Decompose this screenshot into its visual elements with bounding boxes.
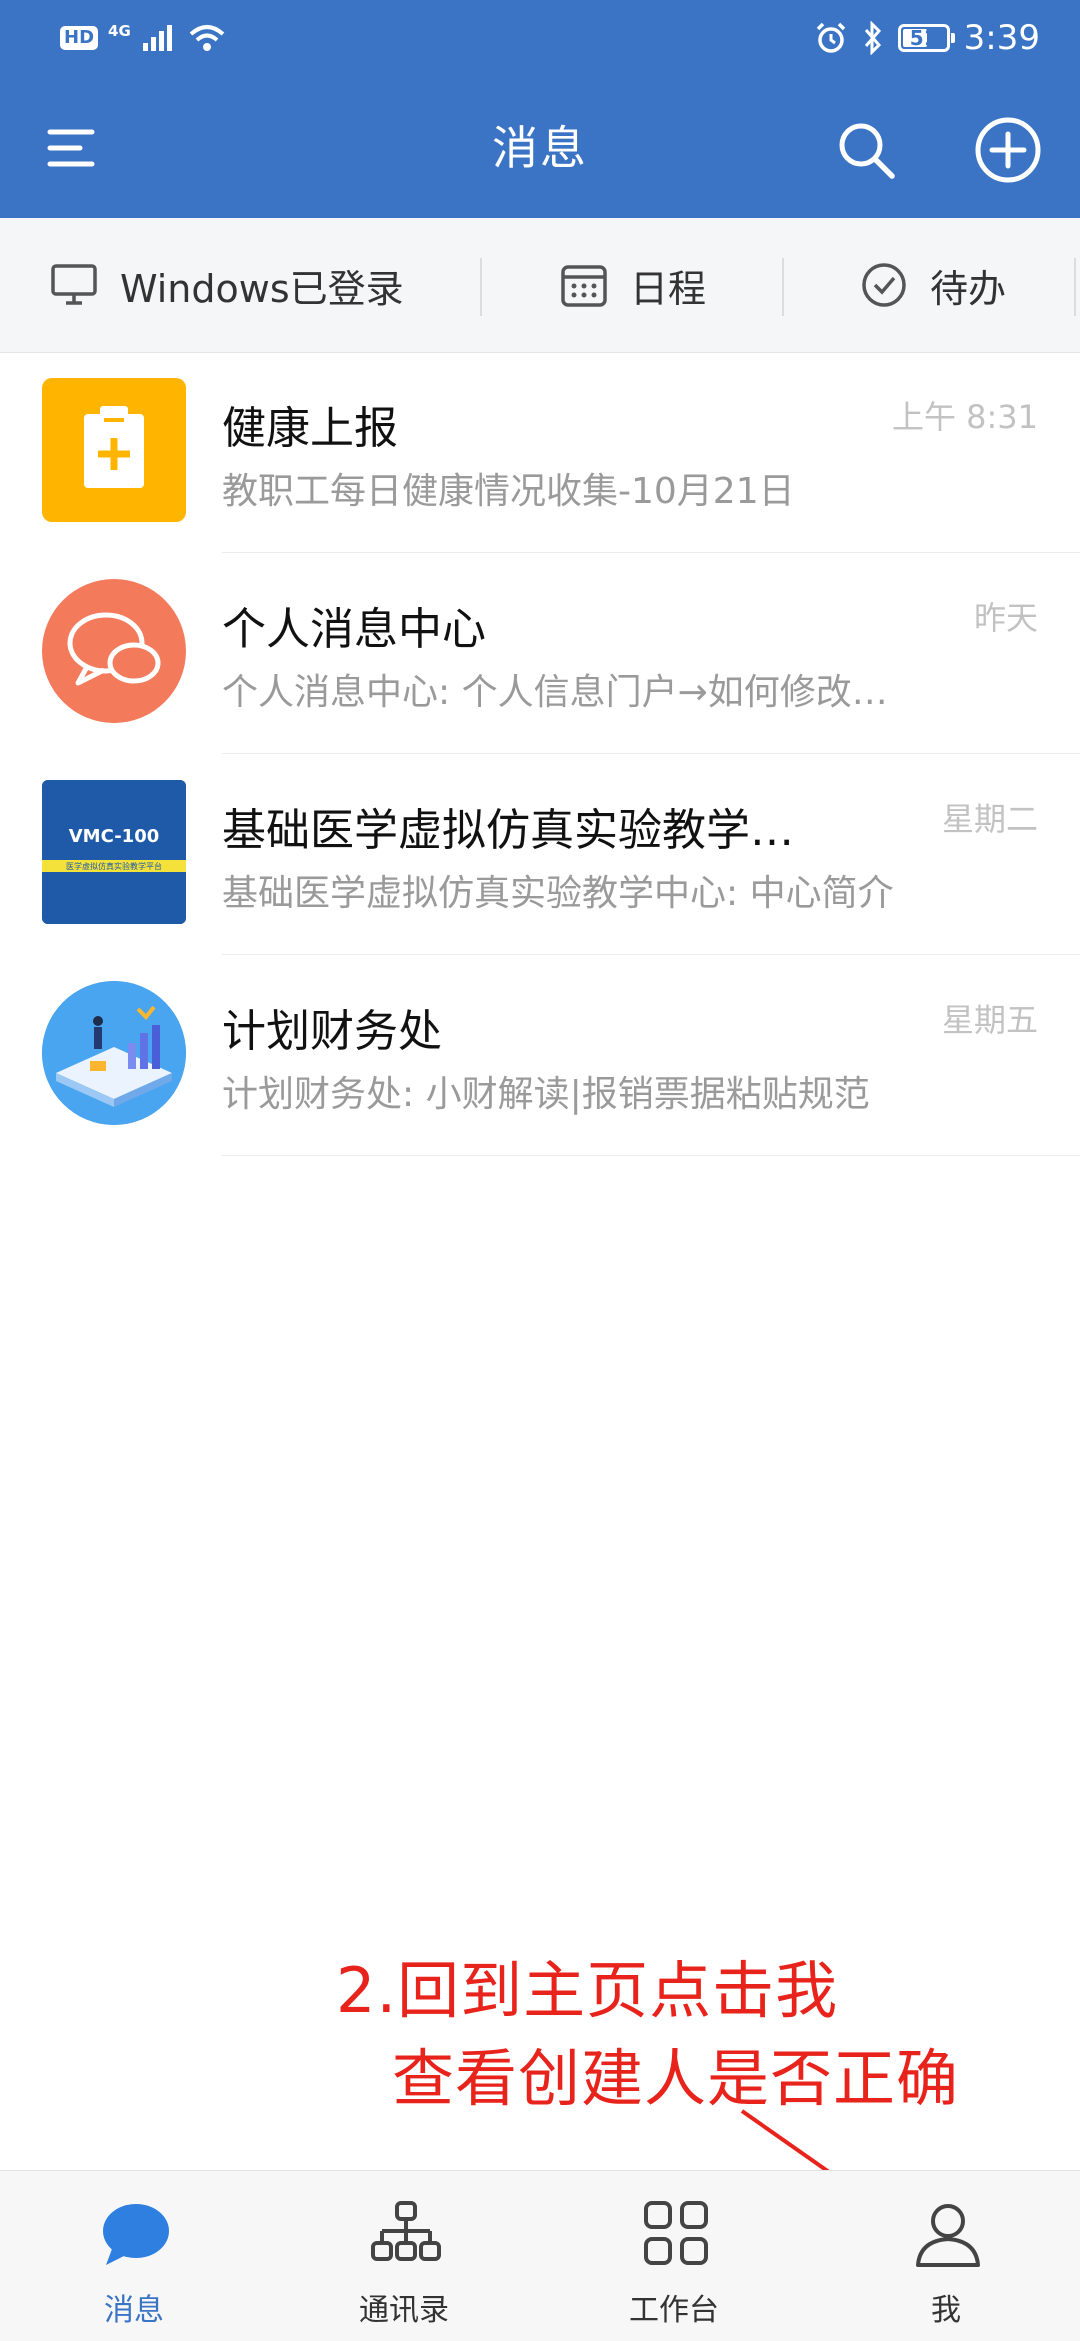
list-item[interactable]: VMC-100 医学虚拟仿真实验教学平台 基础医学虚拟仿真实验教学… 基础医学虚… bbox=[0, 754, 1080, 955]
nav-contacts[interactable]: 通讯录 bbox=[304, 2171, 504, 2341]
finance-office-avatar bbox=[42, 981, 186, 1125]
finance-illustration-icon bbox=[42, 981, 186, 1125]
page-title: 消息 bbox=[492, 121, 588, 175]
message-preview: 计划财务处: 小财解读|报销票据粘贴规范 bbox=[222, 1074, 870, 1115]
message-title: 计划财务处 bbox=[222, 1006, 442, 1057]
schedule-label: 日程 bbox=[630, 266, 707, 311]
nav-contacts-label: 通讯录 bbox=[359, 2293, 449, 2328]
svg-text:医学虚拟仿真实验教学平台: 医学虚拟仿真实验教学平台 bbox=[66, 861, 162, 871]
todo-label: 待办 bbox=[930, 266, 1007, 311]
grid-icon bbox=[644, 2201, 708, 2265]
check-circle-icon bbox=[862, 263, 906, 307]
todo-button[interactable]: 待办 bbox=[860, 218, 1006, 352]
top-bar: HD 4G 51 3:39 消息 bbox=[0, 0, 1080, 218]
message-time: 昨天 bbox=[973, 599, 1038, 637]
message-preview: 个人消息中心: 个人信息门户→如何修改… bbox=[222, 672, 888, 713]
message-time: 星期五 bbox=[941, 1001, 1038, 1039]
windows-login-label: Windows已登录 bbox=[120, 266, 404, 311]
battery-icon: 51 bbox=[897, 24, 955, 52]
nav-workbench[interactable]: 工作台 bbox=[574, 2171, 774, 2341]
list-item[interactable]: 计划财务处 计划财务处: 小财解读|报销票据粘贴规范 星期五 bbox=[0, 955, 1080, 1156]
status-bar: HD 4G 51 3:39 bbox=[0, 0, 1080, 76]
status-time: 3:39 bbox=[963, 18, 1040, 58]
network-type: 4G bbox=[108, 22, 131, 40]
message-title: 个人消息中心 bbox=[222, 604, 486, 655]
add-circle-icon[interactable] bbox=[974, 116, 1042, 184]
chat-bubble-icon bbox=[103, 2204, 169, 2265]
bluetooth-icon bbox=[864, 21, 881, 55]
calendar-icon bbox=[561, 265, 607, 307]
message-time: 上午 8:31 bbox=[891, 398, 1038, 436]
divider bbox=[782, 258, 784, 316]
vmc-logo-avatar: VMC-100 医学虚拟仿真实验教学平台 bbox=[42, 780, 186, 924]
person-icon bbox=[916, 2204, 980, 2267]
list-item[interactable]: 个人消息中心 个人消息中心: 个人信息门户→如何修改… 昨天 bbox=[0, 553, 1080, 754]
health-report-avatar bbox=[42, 378, 186, 522]
message-time: 星期二 bbox=[941, 800, 1038, 838]
org-chart-icon bbox=[371, 2201, 441, 2261]
quick-bar: Windows已登录 日程 待办 bbox=[0, 218, 1080, 353]
bottom-nav: 消息 通讯录 工作台 我 bbox=[0, 2170, 1080, 2341]
message-preview: 基础医学虚拟仿真实验教学中心: 中心简介 bbox=[222, 873, 894, 914]
alarm-icon bbox=[816, 22, 845, 53]
message-title: 基础医学虚拟仿真实验教学… bbox=[222, 805, 794, 856]
nav-me[interactable]: 我 bbox=[846, 2171, 1046, 2341]
divider bbox=[480, 258, 482, 316]
annotation-line-1: 2.回到主页点击我 bbox=[336, 1954, 839, 2027]
chat-bubbles-icon bbox=[67, 612, 161, 686]
svg-text:VMC-100: VMC-100 bbox=[69, 826, 160, 847]
wifi-icon bbox=[189, 25, 225, 51]
nav-workbench-label: 工作台 bbox=[629, 2293, 719, 2328]
message-center-avatar bbox=[42, 579, 186, 723]
monitor-icon bbox=[51, 264, 97, 305]
list-item[interactable]: 健康上报 教职工每日健康情况收集-10月21日 上午 8:31 bbox=[0, 352, 1080, 553]
message-title: 健康上报 bbox=[222, 403, 398, 454]
message-list: 健康上报 教职工每日健康情况收集-10月21日 上午 8:31 个人消息中心 个… bbox=[0, 352, 1080, 1156]
nav-me-label: 我 bbox=[931, 2293, 961, 2328]
clipboard-plus-icon bbox=[84, 406, 144, 488]
schedule-button[interactable]: 日程 bbox=[560, 218, 706, 352]
message-preview: 教职工每日健康情况收集-10月21日 bbox=[222, 471, 795, 512]
signal-icon bbox=[142, 25, 172, 51]
nav-messages[interactable]: 消息 bbox=[34, 2171, 234, 2341]
divider bbox=[222, 1155, 1080, 1156]
nav-messages-label: 消息 bbox=[104, 2293, 164, 2328]
vmc-logo: VMC-100 医学虚拟仿真实验教学平台 bbox=[42, 780, 186, 924]
divider bbox=[1074, 258, 1076, 316]
hd-badge: HD bbox=[60, 26, 99, 50]
windows-login-button[interactable]: Windows已登录 bbox=[50, 218, 404, 352]
search-icon[interactable] bbox=[834, 118, 898, 182]
